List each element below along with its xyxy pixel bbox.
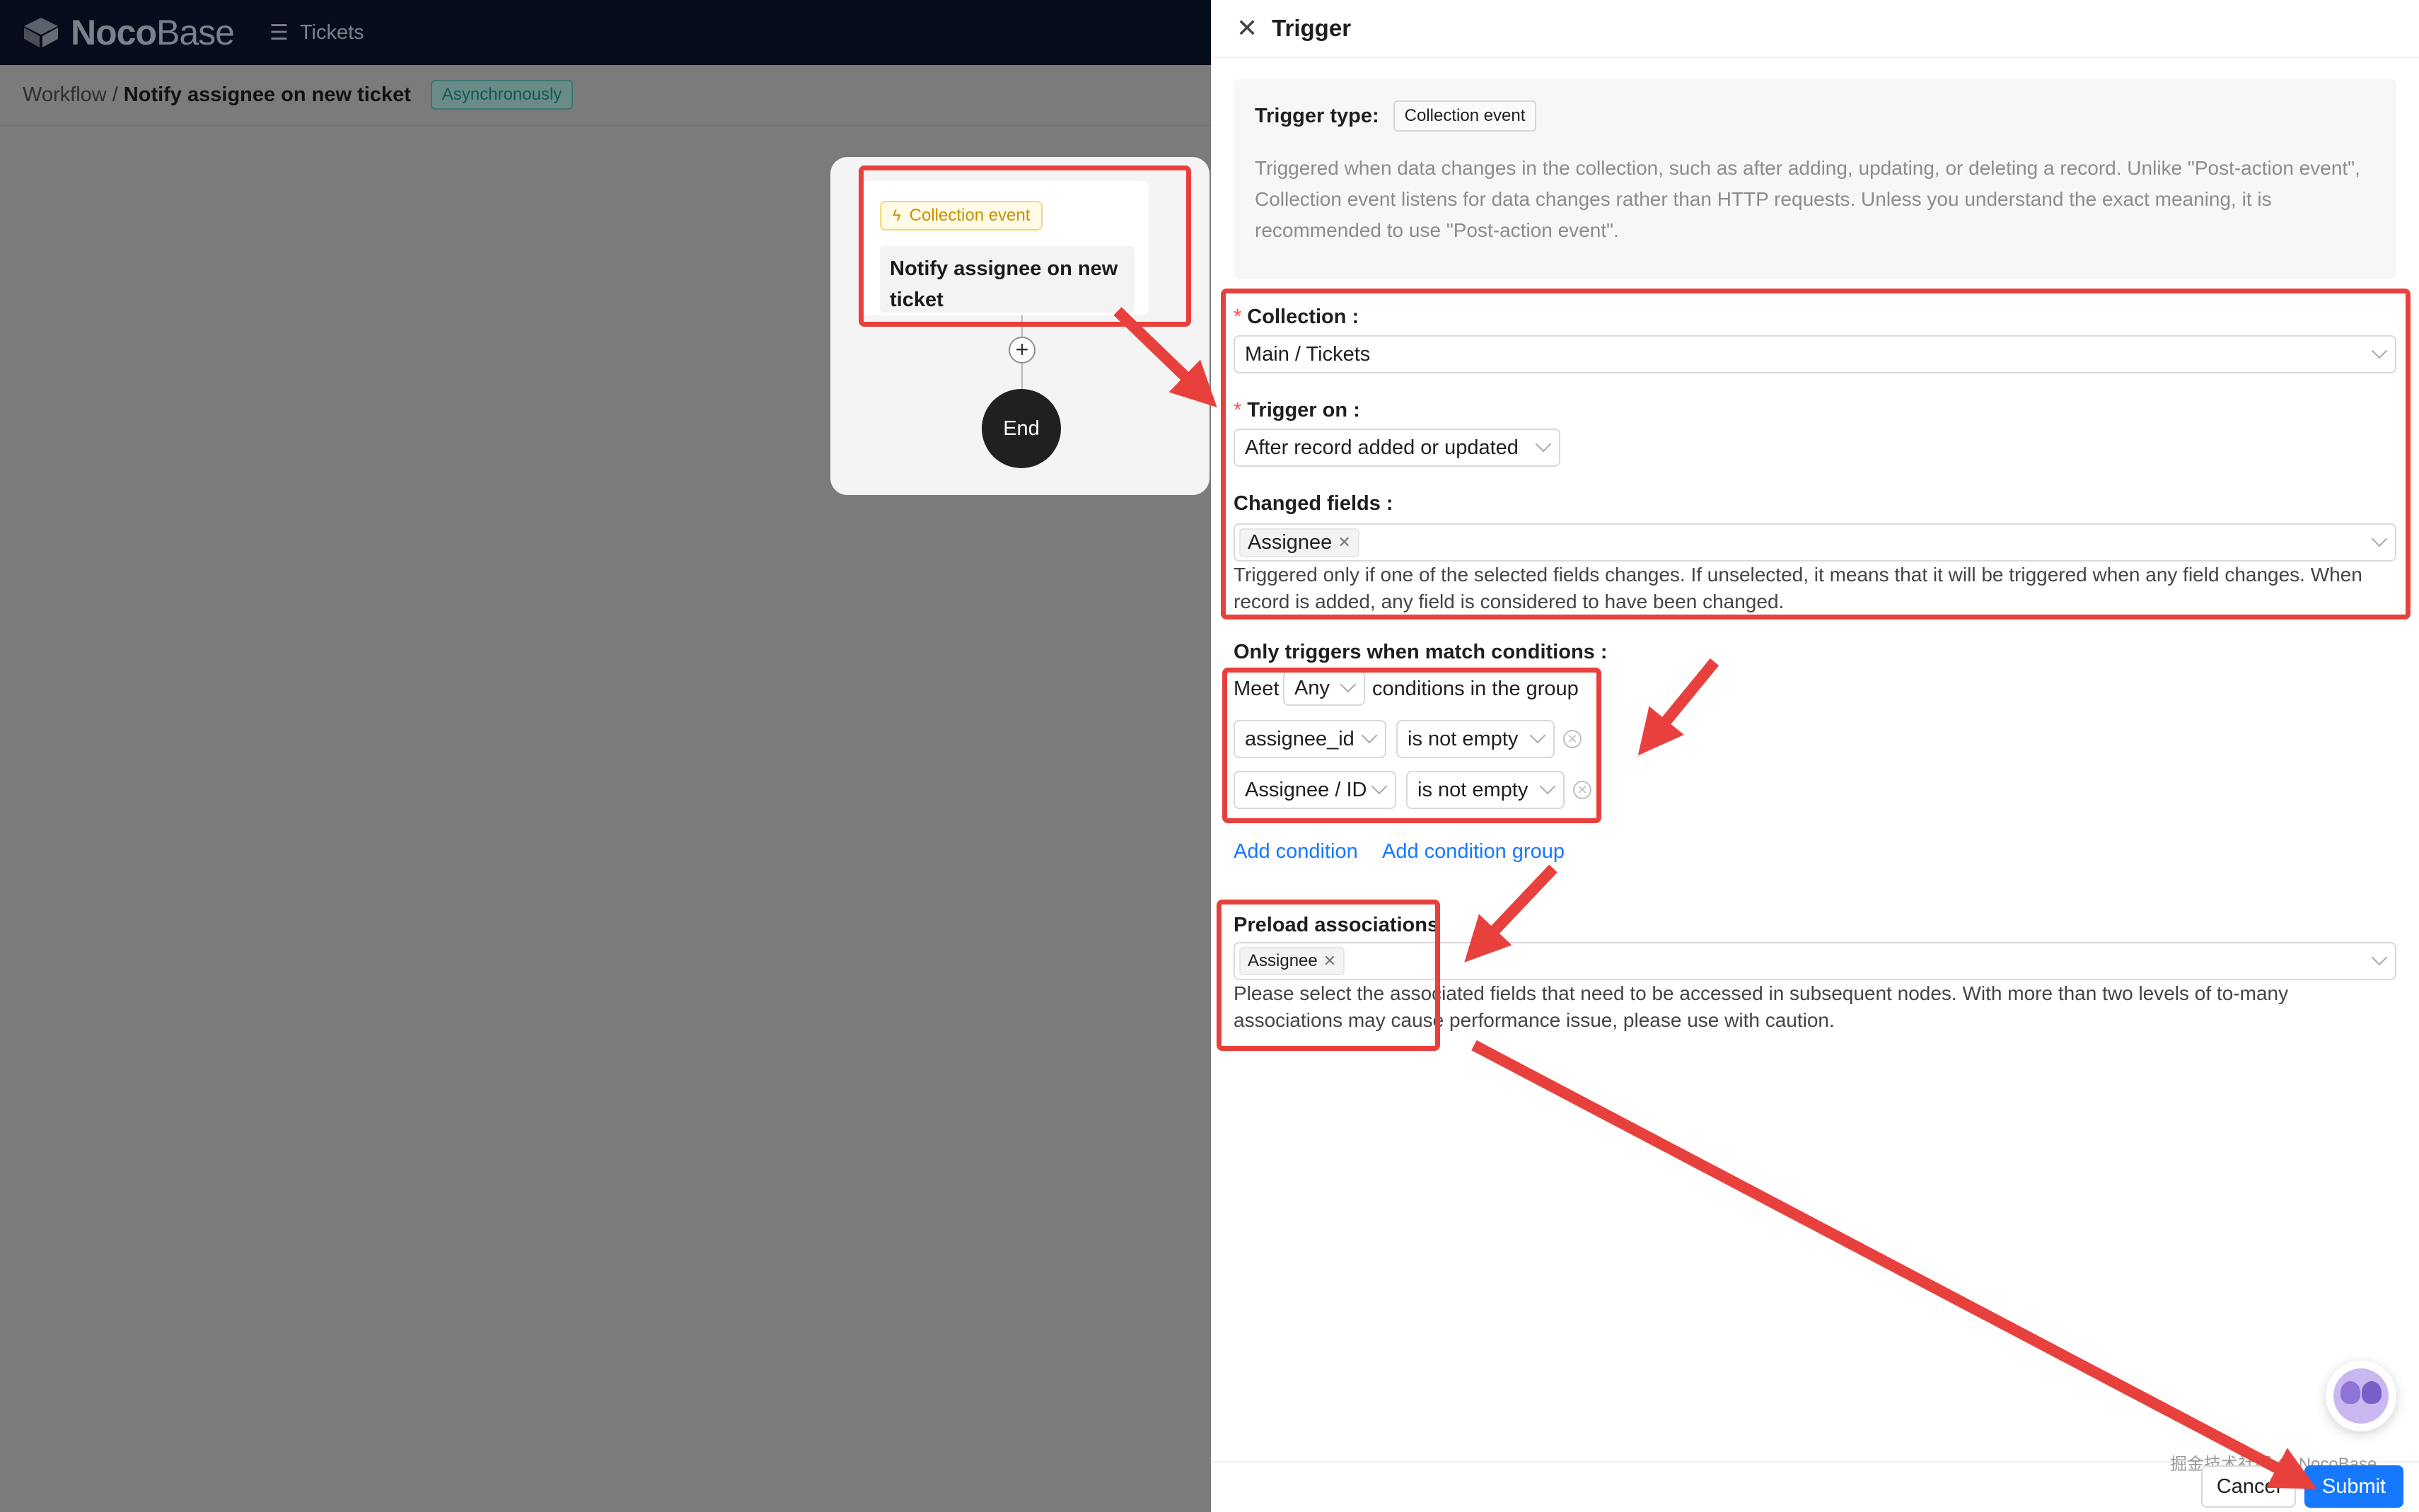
changed-field-chip: Assignee ✕ xyxy=(1239,528,1359,557)
workflow-card: ϟ Collection event Notify assignee on ne… xyxy=(830,157,1210,495)
menu-tickets[interactable]: ☰ Tickets xyxy=(269,21,364,45)
trigger-node-title[interactable]: Notify assignee on new ticket xyxy=(880,246,1135,313)
menu-tickets-label: Tickets xyxy=(299,21,364,44)
condition-field-value: Assignee / ID xyxy=(1245,778,1367,801)
condition-operator-value: is not empty xyxy=(1417,778,1528,801)
breadcrumb-current: Notify assignee on new ticket xyxy=(123,83,411,106)
remove-condition-icon[interactable]: ✕ xyxy=(1563,730,1582,748)
changed-fields-select[interactable]: Assignee ✕ xyxy=(1234,523,2396,562)
logo[interactable]: NocoBase xyxy=(21,12,235,53)
changed-field-chip-label: Assignee xyxy=(1248,530,1333,554)
trigger-drawer: ✕ Trigger Trigger type: Collection event… xyxy=(1211,0,2419,1512)
drawer-header: ✕ Trigger xyxy=(1211,0,2419,58)
trigger-on-label: * Trigger on : xyxy=(1234,399,1360,422)
changed-fields-label: Changed fields : xyxy=(1234,492,1393,515)
avatar-icon xyxy=(2333,1368,2389,1424)
meet-select-value: Any xyxy=(1294,676,1330,699)
chevron-down-icon xyxy=(2371,949,2388,966)
preload-label: Preload associations xyxy=(1234,914,1439,936)
trigger-on-select[interactable]: After record added or updated xyxy=(1234,429,1560,467)
chevron-down-icon xyxy=(1340,676,1357,693)
preload-help: Please select the associated fields that… xyxy=(1234,982,2289,1031)
required-marker: * xyxy=(1234,306,1242,328)
condition-operator-select[interactable]: is not empty xyxy=(1396,720,1555,758)
collection-select[interactable]: Main / Tickets xyxy=(1234,335,2396,373)
condition-field-select[interactable]: assignee_id xyxy=(1234,720,1386,758)
conditions-label: Only triggers when match conditions : xyxy=(1234,641,1608,663)
preload-chip-label: Assignee xyxy=(1248,951,1318,970)
trigger-type-tag-label: Collection event xyxy=(909,206,1031,225)
condition-field-value: assignee_id xyxy=(1245,727,1354,750)
chevron-down-icon xyxy=(1361,727,1378,744)
end-node: End xyxy=(982,389,1061,468)
trigger-node[interactable]: ϟ Collection event Notify assignee on ne… xyxy=(860,181,1149,315)
submit-button[interactable]: Submit xyxy=(2304,1465,2403,1508)
collection-label: * Collection : xyxy=(1234,306,1359,329)
chevron-down-icon xyxy=(1539,778,1556,795)
chevron-down-icon xyxy=(2371,530,2388,547)
add-condition-group-link[interactable]: Add condition group xyxy=(1382,840,1565,863)
drawer-title: Trigger xyxy=(1272,15,1352,41)
bolt-icon: ϟ xyxy=(893,207,901,224)
group-suffix-text: conditions in the group xyxy=(1372,678,1579,700)
collection-label-text: Collection : xyxy=(1247,306,1359,328)
menu-icon: ☰ xyxy=(269,21,289,45)
condition-operator-value: is not empty xyxy=(1408,727,1519,750)
cancel-button[interactable]: Cancel xyxy=(2201,1465,2296,1508)
required-marker: * xyxy=(1234,399,1242,421)
condition-operator-select[interactable]: is not empty xyxy=(1406,771,1565,809)
trigger-on-select-value: After record added or updated xyxy=(1245,436,1519,459)
trigger-type-value: Collection event xyxy=(1393,100,1537,132)
execution-mode-tag: Asynchronously xyxy=(430,80,574,110)
remove-chip-icon[interactable]: ✕ xyxy=(1338,533,1350,552)
top-navbar: NocoBase ☰ Tickets xyxy=(0,0,1211,65)
trigger-type-tag: ϟ Collection event xyxy=(880,201,1043,231)
logo-text-bold: Noco xyxy=(71,13,157,52)
collection-select-value: Main / Tickets xyxy=(1245,342,1371,366)
trigger-on-label-text: Trigger on : xyxy=(1247,399,1360,421)
changed-fields-help: Triggered only if one of the selected fi… xyxy=(1234,564,2362,612)
logo-text-thin: Base xyxy=(156,13,235,52)
preload-select[interactable]: Assignee ✕ xyxy=(1234,942,2396,980)
chevron-down-icon xyxy=(2371,342,2388,359)
avatar[interactable] xyxy=(2326,1361,2396,1431)
remove-chip-icon[interactable]: ✕ xyxy=(1323,952,1336,970)
breadcrumb-separator: / xyxy=(112,83,118,106)
chevron-down-icon xyxy=(1371,778,1388,795)
logo-icon xyxy=(21,16,61,49)
breadcrumb: Workflow / Notify assignee on new ticket… xyxy=(0,65,1211,126)
meet-label: Meet xyxy=(1234,678,1280,700)
remove-condition-icon[interactable]: ✕ xyxy=(1573,781,1591,799)
flow-connector xyxy=(1021,364,1023,389)
add-node-button[interactable]: + xyxy=(1009,337,1036,364)
trigger-info-panel: Trigger type: Collection event Triggered… xyxy=(1234,79,2396,279)
meet-select[interactable]: Any xyxy=(1283,670,1365,706)
trigger-type-label: Trigger type: xyxy=(1255,104,1379,127)
chevron-down-icon xyxy=(1535,436,1552,453)
condition-field-select[interactable]: Assignee / ID xyxy=(1234,771,1396,809)
close-icon[interactable]: ✕ xyxy=(1236,16,1258,41)
preload-chip: Assignee ✕ xyxy=(1239,947,1345,975)
trigger-description: Triggered when data changes in the colle… xyxy=(1255,157,2360,241)
breadcrumb-workflow-link[interactable]: Workflow xyxy=(23,83,107,107)
add-condition-link[interactable]: Add condition xyxy=(1234,840,1358,863)
flow-connector xyxy=(1021,315,1023,337)
chevron-down-icon xyxy=(1529,727,1546,744)
